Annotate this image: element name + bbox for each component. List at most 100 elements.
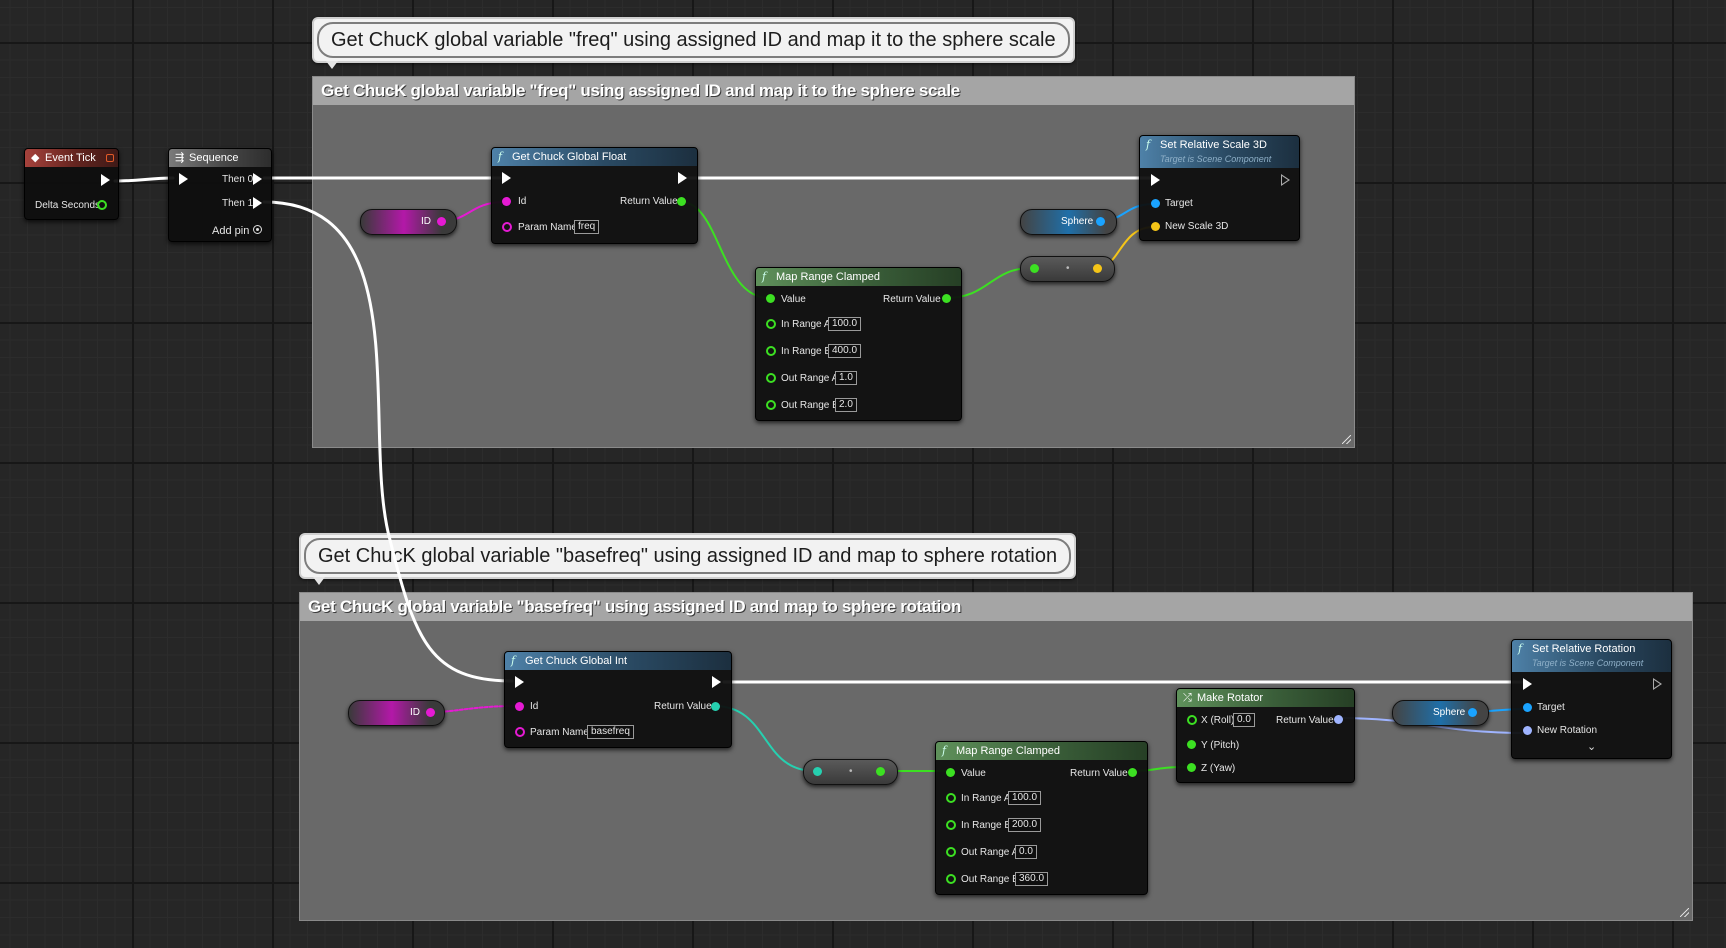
in-range-b-field[interactable]: 400.0: [828, 344, 862, 358]
variable-sphere-bottom[interactable]: Sphere: [1392, 700, 1489, 726]
node-map-range-clamped-scale[interactable]: f Map Range Clamped Value Return Value I…: [755, 267, 962, 421]
in-range-a-field[interactable]: 100.0: [1008, 791, 1042, 805]
float-in-pin[interactable]: [1187, 763, 1196, 772]
rotator-out-pin[interactable]: [1334, 715, 1343, 724]
variable-id-bottom[interactable]: ID: [348, 700, 445, 726]
float-in-pin[interactable]: [1187, 715, 1197, 725]
exec-in-pin[interactable]: [515, 676, 524, 688]
param-name-field[interactable]: basefreq: [587, 725, 634, 739]
node-get-chuck-global-float[interactable]: f Get Chuck Global Float Id Return Value…: [491, 147, 698, 244]
conversion-node-int-to-float[interactable]: •: [803, 759, 898, 785]
float-in-pin[interactable]: [946, 820, 956, 830]
exec-in-pin[interactable]: [502, 172, 511, 184]
exec-out-pin[interactable]: [1281, 174, 1290, 186]
pin-label: Z (Yaw): [1201, 763, 1236, 774]
node-subtitle: Target is Scene Component: [1160, 154, 1272, 164]
node-sequence[interactable]: ⇶ Sequence Then 0 Then 1 Add pin: [168, 148, 272, 242]
variable-sphere-top[interactable]: Sphere: [1020, 209, 1117, 235]
vector-out-pin[interactable]: [1093, 264, 1102, 273]
exec-in-pin[interactable]: [179, 173, 188, 185]
node-header: ◆ Event Tick: [25, 149, 118, 167]
pin-label: In Range B: [961, 820, 1012, 831]
exec-out-pin-then1[interactable]: [253, 197, 262, 209]
add-pin-label[interactable]: Add pin: [212, 225, 249, 237]
variable-label: Sphere: [1433, 707, 1466, 718]
comment-title: Get ChucK global variable "freq" using a…: [313, 77, 1354, 105]
pin-label: Value: [961, 768, 986, 779]
node-set-relative-rotation[interactable]: f Set Relative Rotation Target is Scene …: [1511, 639, 1672, 759]
exec-in-pin[interactable]: [1523, 678, 1532, 690]
float-out-pin[interactable]: [942, 294, 951, 303]
exec-out-pin[interactable]: [101, 174, 110, 186]
out-range-b-field[interactable]: 360.0: [1015, 872, 1049, 886]
resize-handle-icon[interactable]: [1680, 908, 1689, 917]
node-make-rotator[interactable]: ⤮ Make Rotator X (Roll) 0.0 Return Value…: [1176, 688, 1355, 783]
name-in-pin[interactable]: [502, 222, 512, 232]
int-out-pin[interactable]: [711, 702, 720, 711]
int-in-pin[interactable]: [813, 767, 822, 776]
in-range-b-field[interactable]: 200.0: [1008, 818, 1042, 832]
float-in-pin[interactable]: [946, 768, 955, 777]
out-range-a-field[interactable]: 0.0: [1015, 845, 1037, 859]
float-out-pin[interactable]: [677, 197, 686, 206]
node-event-tick[interactable]: ◆ Event Tick Delta Seconds: [24, 148, 119, 220]
id-in-pin[interactable]: [502, 197, 511, 206]
in-range-a-field[interactable]: 100.0: [828, 317, 862, 331]
id-out-pin[interactable]: [437, 217, 446, 226]
float-in-pin[interactable]: [1030, 264, 1039, 273]
float-out-pin[interactable]: [1128, 768, 1137, 777]
object-out-pin[interactable]: [1096, 217, 1105, 226]
node-title: Get Chuck Global Float: [512, 151, 627, 163]
exec-out-pin[interactable]: [712, 676, 721, 688]
name-in-pin[interactable]: [515, 727, 525, 737]
comment-bubble-basefreq[interactable]: Get ChucK global variable "basefreq" usi…: [299, 533, 1077, 585]
vector-in-pin[interactable]: [1151, 222, 1160, 231]
conversion-dot-icon: •: [1066, 263, 1070, 274]
node-map-range-clamped-rotation[interactable]: f Map Range Clamped Value Return Value I…: [935, 741, 1148, 895]
chevron-down-icon[interactable]: ⌄: [1587, 740, 1596, 753]
id-out-pin[interactable]: [426, 708, 435, 717]
float-out-pin[interactable]: [876, 767, 885, 776]
delegate-pin-icon[interactable]: [106, 154, 114, 162]
exec-in-pin[interactable]: [1151, 174, 1160, 186]
param-name-field[interactable]: freq: [574, 220, 600, 234]
object-in-pin[interactable]: [1523, 703, 1532, 712]
id-in-pin[interactable]: [515, 702, 524, 711]
float-out-pin[interactable]: [97, 200, 107, 210]
comment-bubble-freq[interactable]: Get ChucK global variable "freq" using a…: [312, 17, 1075, 69]
object-out-pin[interactable]: [1468, 708, 1477, 717]
float-in-pin[interactable]: [946, 874, 956, 884]
node-header: f Get Chuck Global Int: [505, 652, 731, 670]
float-in-pin[interactable]: [1187, 740, 1196, 749]
conversion-node-float-to-vector[interactable]: •: [1020, 256, 1115, 282]
out-range-b-field[interactable]: 2.0: [835, 398, 857, 412]
node-set-relative-scale-3d[interactable]: f Set Relative Scale 3D Target is Scene …: [1139, 135, 1300, 241]
float-in-pin[interactable]: [766, 346, 776, 356]
node-get-chuck-global-int[interactable]: f Get Chuck Global Int Id Return Value P…: [504, 651, 732, 748]
float-in-pin[interactable]: [766, 400, 776, 410]
variable-id-top[interactable]: ID: [360, 209, 457, 235]
node-title: Set Relative Scale 3D: [1160, 139, 1267, 151]
node-title: Make Rotator: [1197, 692, 1264, 704]
float-in-pin[interactable]: [766, 373, 776, 383]
out-range-a-field[interactable]: 1.0: [835, 371, 857, 385]
node-header: f Map Range Clamped: [756, 268, 961, 286]
exec-out-pin[interactable]: [678, 172, 687, 184]
add-pin-icon[interactable]: [253, 225, 262, 234]
float-in-pin[interactable]: [946, 793, 956, 803]
float-in-pin[interactable]: [946, 847, 956, 857]
x-roll-field[interactable]: 0.0: [1233, 713, 1255, 727]
node-title: Set Relative Rotation: [1532, 643, 1636, 655]
exec-out-pin[interactable]: [1653, 678, 1662, 690]
pin-label: Out Range A: [781, 373, 839, 384]
exec-out-pin-then0[interactable]: [253, 173, 262, 185]
float-in-pin[interactable]: [766, 294, 775, 303]
resize-handle-icon[interactable]: [1342, 435, 1351, 444]
pin-label: Y (Pitch): [1201, 740, 1240, 751]
float-in-pin[interactable]: [766, 319, 776, 329]
node-title: Map Range Clamped: [956, 745, 1060, 757]
object-in-pin[interactable]: [1151, 199, 1160, 208]
rotator-in-pin[interactable]: [1523, 726, 1532, 735]
function-icon: f: [511, 654, 516, 667]
pin-label: Target: [1165, 198, 1193, 209]
